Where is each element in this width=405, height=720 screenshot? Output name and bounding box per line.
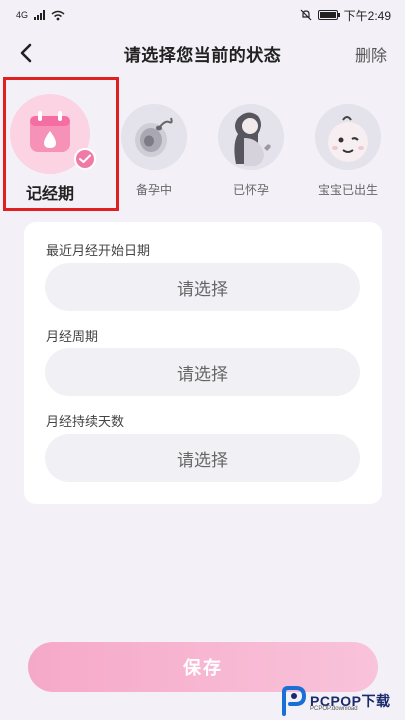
form-card: 最近月经开始日期 请选择 月经周期 请选择 月经持续天数 请选择	[24, 222, 382, 504]
network-type: 4G	[16, 10, 29, 20]
status-right: 下午2:49	[300, 7, 391, 24]
clock: 下午2:49	[343, 8, 391, 23]
field-label-duration: 月经持续天数	[46, 415, 125, 430]
status-option-born[interactable]: 宝宝已出生	[308, 88, 388, 203]
pregnant-woman-icon	[218, 104, 284, 170]
status-option-label: 宝宝已出生	[317, 183, 378, 197]
status-bar: 4G 下午2:49	[0, 0, 405, 30]
back-button[interactable]	[12, 38, 40, 68]
status-option-label: 备孕中	[135, 183, 172, 197]
battery-icon	[317, 10, 340, 20]
last-period-date-select[interactable]: 请选择	[45, 263, 360, 311]
field-label-cycle: 月经周期	[46, 330, 99, 345]
status-option-pregnant[interactable]: 已怀孕	[211, 88, 291, 203]
nav-bar: 请选择您当前的状态 删除	[0, 30, 405, 76]
status-left: 4G	[16, 10, 65, 21]
status-option-label: 已怀孕	[232, 183, 269, 197]
wifi-icon	[51, 10, 65, 20]
period-duration-select[interactable]: 请选择	[45, 434, 360, 482]
pcpop-logo-icon	[282, 686, 306, 716]
delete-button[interactable]: 删除	[355, 42, 387, 66]
chevron-left-icon	[20, 43, 32, 63]
selection-highlight	[3, 77, 119, 211]
page-title: 请选择您当前的状态	[123, 45, 282, 66]
watermark: PCPOP下载 PCPOP.download	[280, 682, 405, 720]
field-label-last-period: 最近月经开始日期	[46, 244, 151, 259]
baby-face-icon	[315, 104, 381, 170]
cycle-length-select[interactable]: 请选择	[45, 348, 360, 396]
signal-icon	[34, 10, 46, 20]
mute-bell-icon	[300, 9, 312, 21]
watermark-sub: PCPOP.download	[310, 706, 358, 712]
sperm-egg-icon	[121, 104, 187, 170]
status-option-trying[interactable]: 备孕中	[114, 88, 194, 203]
